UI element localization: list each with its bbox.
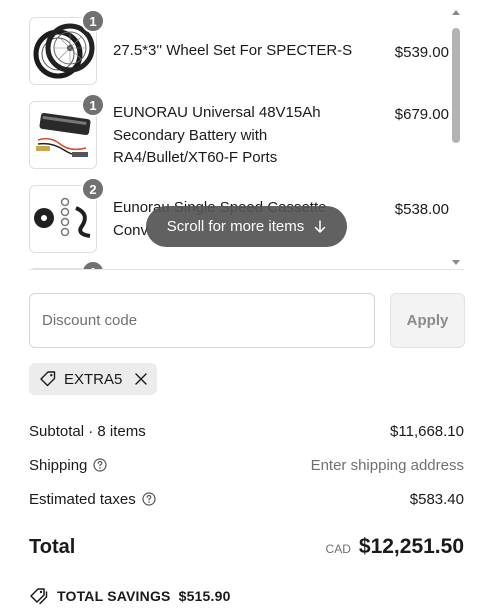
subtotal-row: Subtotal · 8 items $11,668.10: [29, 420, 464, 442]
product-thumbnail: 1: [29, 93, 105, 169]
item-name: 27.5*3'' Wheel Set For SPECTER-S: [113, 42, 353, 59]
apply-discount-button[interactable]: Apply: [390, 293, 465, 348]
quantity-badge: 1: [81, 260, 105, 269]
item-name: EUNORAU Universal 48V15Ah Secondary Batt…: [113, 104, 321, 166]
shipping-row: Shipping Enter shipping address: [29, 454, 464, 476]
scroll-for-more-button[interactable]: Scroll for more items: [146, 206, 347, 247]
info-icon: [93, 458, 107, 472]
scroll-hint-label: Scroll for more items: [166, 218, 305, 235]
savings-label: TOTAL SAVINGS: [57, 588, 171, 604]
total-amount-group: CAD $12,251.50: [326, 535, 464, 559]
product-thumbnail: 1: [29, 260, 105, 269]
shipping-label-group: Shipping: [29, 457, 107, 474]
applied-discount-tag: EXTRA5: [29, 363, 158, 395]
quantity-badge: 1: [81, 9, 105, 33]
quantity-badge: 1: [81, 93, 105, 117]
taxes-row: Estimated taxes $583.40: [29, 488, 464, 510]
scroll-up-arrow-icon[interactable]: [452, 10, 460, 15]
taxes-label: Estimated taxes: [29, 490, 136, 508]
subtotal-value: $11,668.10: [390, 422, 464, 440]
remove-discount-button[interactable]: [135, 373, 148, 385]
item-price: $539.00: [394, 44, 449, 61]
close-icon: [135, 373, 148, 385]
tag-icon: [40, 371, 56, 387]
applied-code-label: EXTRA5: [64, 370, 123, 388]
product-thumbnail: 1: [29, 9, 105, 85]
taxes-label-group: Estimated taxes: [29, 491, 156, 508]
subtotal-label: Subtotal · 8 items: [29, 422, 146, 440]
shipping-info-button[interactable]: [93, 458, 107, 472]
total-currency: CAD: [325, 542, 351, 556]
total-row: Total CAD $12,251.50: [29, 532, 464, 562]
scroll-thumb[interactable]: [452, 28, 460, 143]
shipping-value: Enter shipping address: [310, 456, 464, 474]
discount-code-input[interactable]: [29, 293, 375, 348]
cart-scrollbar[interactable]: [450, 10, 462, 265]
taxes-info-button[interactable]: [142, 492, 156, 506]
total-amount: $12,251.50: [358, 535, 464, 558]
arrow-down-icon: [315, 219, 326, 233]
quantity-badge: 2: [81, 177, 105, 201]
scroll-down-arrow-icon[interactable]: [452, 260, 460, 265]
total-savings: TOTAL SAVINGS $515.90: [29, 587, 231, 605]
taxes-value: $583.40: [409, 490, 464, 508]
total-label: Total: [29, 535, 76, 558]
product-thumbnail: 2: [29, 177, 105, 253]
savings-value: $515.90: [178, 588, 231, 604]
tags-icon: [30, 588, 48, 605]
item-price: $538.00: [394, 201, 449, 218]
item-price: $679.00: [394, 106, 449, 123]
shipping-label: Shipping: [29, 456, 88, 474]
info-icon: [142, 492, 156, 506]
